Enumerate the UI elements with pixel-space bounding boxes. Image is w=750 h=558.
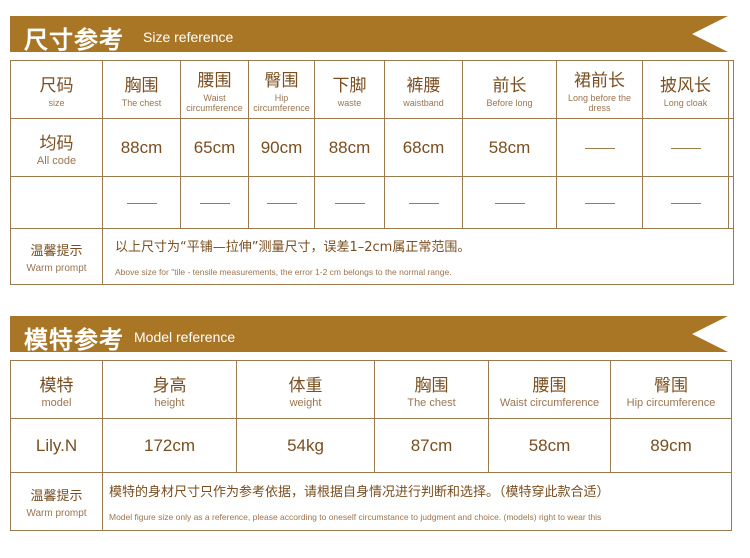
size-label-cell: 均码 All code (10, 118, 103, 177)
header-cell: 前长 Before long (462, 60, 557, 119)
header-cell: 披风长 Long cloak (642, 60, 729, 119)
spacer-cell (728, 60, 734, 119)
prompt-text-cell: 模特的身材尺寸只作为参考依据，请根据自身情况进行判断和选择。（模特穿此款合适） … (102, 472, 732, 531)
empty-cell (248, 176, 315, 229)
header-cell: 下脚 waste (314, 60, 385, 119)
size-reference-subtitle: Size reference (143, 29, 234, 45)
empty-cell (556, 176, 643, 229)
size-prompt-row: 温馨提示 Warm prompt 以上尺寸为“平铺—拉伸”测量尺寸，误差1–2cm… (10, 228, 734, 285)
value-cell: 88cm (314, 118, 385, 177)
model-reference-banner: 模特参考 Model reference (10, 316, 728, 354)
header-cell: 臀围 Hip circumference (248, 60, 315, 119)
model-prompt-row: 温馨提示 Warm prompt 模特的身材尺寸只作为参考依据，请根据自身情况进行… (10, 472, 732, 531)
empty-cell (10, 176, 103, 229)
spacer-cell (728, 118, 734, 177)
header-cell: 腰围 Waist circumference (180, 60, 249, 119)
header-cell: 模特 model (10, 360, 103, 419)
model-header-row: 模特 model 身高 height 体重 weight 胸围 The chest 腰围… (10, 360, 732, 419)
prompt-label-cell: 温馨提示 Warm prompt (10, 472, 103, 531)
empty-cell (314, 176, 385, 229)
value-cell: 172cm (102, 418, 237, 473)
value-cell: 58cm (462, 118, 557, 177)
value-cell: 89cm (610, 418, 732, 473)
value-cell: 54kg (236, 418, 375, 473)
size-empty-row (10, 176, 734, 229)
model-reference-title: 模特参考 (24, 326, 124, 354)
empty-cell (642, 176, 729, 229)
header-cell: 尺码 size (10, 60, 103, 119)
value-cell: 90cm (248, 118, 315, 177)
size-reference-banner: 尺寸参考 Size reference (10, 16, 728, 54)
value-cell: 88cm (102, 118, 181, 177)
spacer-cell (728, 176, 734, 229)
size-header-row: 尺码 size 胸围 The chest 腰围 Waist circumference… (10, 60, 734, 119)
header-cell: 胸围 The chest (374, 360, 489, 419)
empty-cell (180, 176, 249, 229)
empty-cell (384, 176, 463, 229)
header-cell: 体重 weight (236, 360, 375, 419)
size-table: 尺码 size 胸围 The chest 腰围 Waist circumference… (10, 60, 734, 285)
empty-cell (556, 118, 643, 177)
model-value-row: Lily.N 172cm 54kg 87cm 58cm 89cm (10, 418, 732, 473)
header-cell: 身高 height (102, 360, 237, 419)
empty-cell (102, 176, 181, 229)
model-name-cell: Lily.N (10, 418, 103, 473)
prompt-text-cell: 以上尺寸为“平铺—拉伸”测量尺寸，误差1–2cm属正常范围。 Above siz… (102, 228, 734, 285)
value-cell: 87cm (374, 418, 489, 473)
model-reference-subtitle: Model reference (134, 329, 236, 345)
size-value-row: 均码 All code 88cm 65cm 90cm 88cm 68cm 58cm (10, 118, 734, 177)
prompt-label-cell: 温馨提示 Warm prompt (10, 228, 103, 285)
header-cell: 臀围 Hip circumference (610, 360, 732, 419)
empty-cell (642, 118, 729, 177)
header-cell: 裙前长 Long before the dress (556, 60, 643, 119)
value-cell: 65cm (180, 118, 249, 177)
header-cell: 裤腰 waistband (384, 60, 463, 119)
empty-cell (462, 176, 557, 229)
value-cell: 68cm (384, 118, 463, 177)
value-cell: 58cm (488, 418, 611, 473)
header-cell: 腰围 Waist circumference (488, 360, 611, 419)
header-cell: 胸围 The chest (102, 60, 181, 119)
model-table: 模特 model 身高 height 体重 weight 胸围 The chest 腰围… (10, 360, 732, 531)
size-reference-title: 尺寸参考 (24, 26, 124, 54)
